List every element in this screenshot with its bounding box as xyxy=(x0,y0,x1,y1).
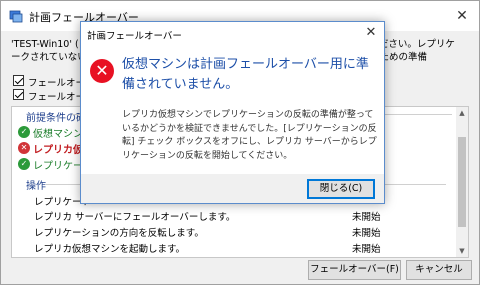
error-x-icon: ✕ xyxy=(18,142,30,154)
close-button[interactable]: 閉じる(C) xyxy=(307,179,375,199)
prereq-header: 前提条件の確 xyxy=(26,113,86,124)
operation-name: レプリカ仮想マシンを起動します。 xyxy=(34,244,186,255)
prereq-item-replica: レプリカ仮 xyxy=(33,145,83,156)
scrollbar-thumb[interactable] xyxy=(458,137,466,227)
operation-name: レプリカ サーバーにフェールオーバーします。 xyxy=(34,212,236,223)
background-message-line-2: ークされていない xyxy=(11,52,87,63)
operations-header: 操作 xyxy=(26,181,46,192)
failover-button[interactable]: フェールオーバー(F) xyxy=(308,260,401,280)
scroll-up-icon[interactable]: ▲ xyxy=(456,107,468,119)
operation-name: レプリケーションの方向を反転します。 xyxy=(34,228,204,239)
dialog-title: 計画フェールオーバー xyxy=(87,31,182,42)
scroll-down-icon[interactable]: ▼ xyxy=(456,245,468,257)
failover-checkbox-1-label: フェールオー xyxy=(28,78,86,89)
window-close-icon[interactable]: ✕ xyxy=(451,5,473,27)
dialog-close-icon[interactable]: ✕ xyxy=(362,24,380,42)
panel-scrollbar[interactable]: ▲ ▼ xyxy=(456,107,468,257)
error-icon: ✕ xyxy=(90,59,114,83)
operation-row: レプリケーションの方向を反転します。 未開始 xyxy=(34,225,454,241)
operation-status: 未開始 xyxy=(352,244,381,255)
operation-status: 未開始 xyxy=(352,212,381,223)
prereq-item-vm: 仮想マシン xyxy=(33,129,83,140)
check-ok-icon: ✓ xyxy=(18,158,30,170)
dialog-body-text: レプリカ仮想マシンでレプリケーションの反転の準備が整っているかどうかを検証できま… xyxy=(122,110,377,161)
dialog-heading: 仮想マシンは計画フェールオーバー用に準備されていません。 xyxy=(122,57,369,92)
dialog-footer: 閉じる(C) xyxy=(81,174,384,203)
dialog-titlebar: 計画フェールオーバー ✕ xyxy=(81,22,384,46)
failover-checkbox-2[interactable] xyxy=(13,89,24,100)
background-message-line-1: 'TEST-Win10' ( xyxy=(11,39,79,50)
cancel-button[interactable]: キャンセル xyxy=(406,260,472,280)
check-ok-icon: ✓ xyxy=(18,126,30,138)
error-dialog: 計画フェールオーバー ✕ ✕ 仮想マシンは計画フェールオーバー用に準備されていま… xyxy=(80,21,385,204)
operation-row: レプリカ仮想マシンを起動します。 未開始 xyxy=(34,241,454,257)
failover-checkbox-1[interactable] xyxy=(13,75,24,86)
operation-status: 未開始 xyxy=(352,228,381,239)
operation-row: レプリカ サーバーにフェールオーバーします。 未開始 xyxy=(34,209,454,225)
failover-app-icon xyxy=(9,10,23,23)
failover-checkbox-2-label: フェールオー xyxy=(28,92,86,103)
